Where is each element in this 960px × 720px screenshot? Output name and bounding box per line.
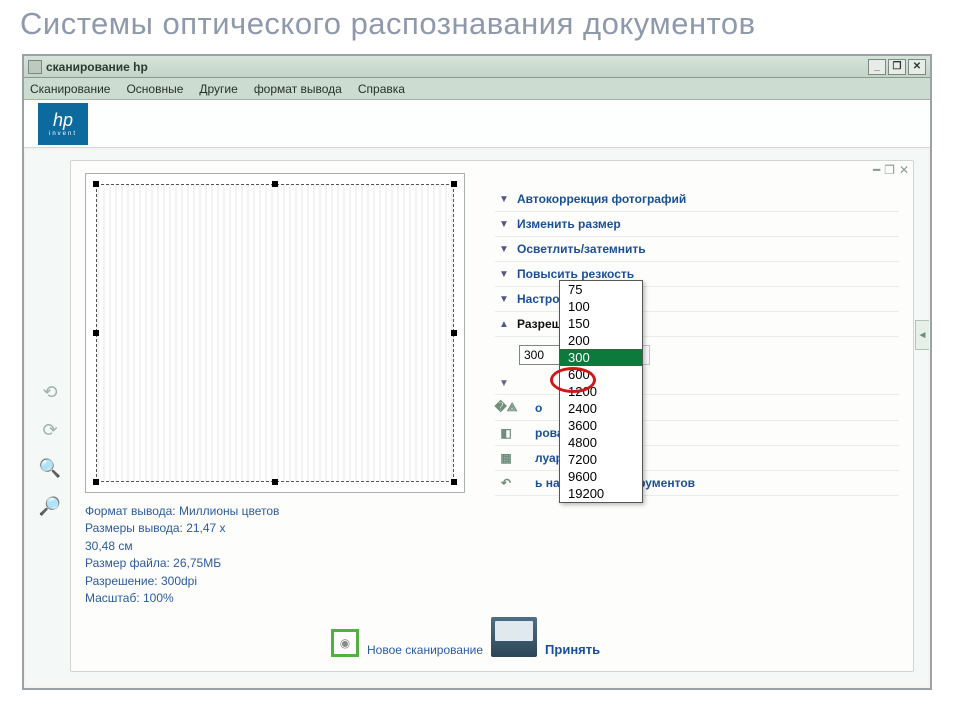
resolution-option[interactable]: 3600: [560, 417, 642, 434]
resolution-option[interactable]: 9600: [560, 468, 642, 485]
client-area: ◄ ⟲ ⟳ 🔍 🔎 ━ ❐ ✕: [26, 150, 928, 686]
grid-icon: ▦: [499, 451, 513, 465]
zoom-in-icon[interactable]: 🔍: [38, 456, 62, 480]
accordion-label: Повысить резкость: [517, 267, 634, 281]
menu-help[interactable]: Справка: [358, 82, 405, 96]
crop-handle[interactable]: [272, 479, 278, 485]
preview-eye-icon[interactable]: ◉: [331, 629, 359, 657]
accordion-resize[interactable]: ▼ Изменить размер: [495, 212, 899, 237]
resolution-option[interactable]: 7200: [560, 451, 642, 468]
chevron-down-icon: ▼: [499, 269, 509, 280]
crop-handle[interactable]: [451, 479, 457, 485]
window-app-icon: [28, 60, 42, 74]
window-maximize-button[interactable]: ❐: [888, 59, 906, 75]
chevron-down-icon: ▼: [499, 294, 509, 305]
crop-handle[interactable]: [93, 479, 99, 485]
logo-brand: hp: [53, 110, 73, 131]
window-close-button[interactable]: ✕: [908, 59, 926, 75]
chevron-down-icon: ▼: [499, 244, 509, 255]
accordion-label: о: [535, 401, 542, 415]
resolution-option[interactable]: 200: [560, 332, 642, 349]
accordion-label: Осветлить/затемнить: [517, 242, 646, 256]
chevron-up-icon: ▲: [499, 319, 509, 330]
logo-subtext: invent: [49, 131, 77, 137]
accordion-label: Изменить размер: [517, 217, 621, 231]
crop-handle[interactable]: [93, 330, 99, 336]
app-window: сканирование hp _ ❐ ✕ Сканирование Основ…: [22, 54, 932, 690]
content-frame: ━ ❐ ✕ Формат вывода: Милл: [70, 160, 914, 672]
menu-other[interactable]: Другие: [199, 82, 237, 96]
chevron-down-icon: ▼: [499, 219, 509, 230]
resolution-option[interactable]: 1200: [560, 383, 642, 400]
resolution-option[interactable]: 2400: [560, 400, 642, 417]
menu-scan[interactable]: Сканирование: [30, 82, 110, 96]
rotate-right-icon[interactable]: ⟳: [38, 418, 62, 442]
undo-icon: ↶: [499, 476, 513, 490]
accordion-label: Автокоррекция фотографий: [517, 192, 686, 206]
accordion-color-setup[interactable]: ▼ Настройка цвета: [495, 287, 899, 312]
accordion-descreen[interactable]: ▦ луар: [495, 446, 899, 471]
expand-sidebar-button[interactable]: ◄: [915, 320, 929, 350]
rotate-left-icon[interactable]: ⟲: [38, 380, 62, 404]
tools-pane: ▼ Автокоррекция фотографий ▼ Изменить ра…: [479, 161, 913, 671]
resolution-option[interactable]: 19200: [560, 485, 642, 502]
output-info: Формат вывода: Миллионы цветов Размеры в…: [85, 503, 465, 607]
accordion-mirror[interactable]: �⟁ о: [495, 395, 899, 421]
preview-pane: Формат вывода: Миллионы цветов Размеры в…: [71, 161, 479, 671]
info-file-size: Размер файла: 26,75МБ: [85, 555, 465, 572]
crop-handle[interactable]: [451, 330, 457, 336]
new-scan-link[interactable]: Новое сканирование: [367, 643, 483, 657]
hp-logo-icon: hp invent: [38, 103, 88, 145]
zoom-out-icon[interactable]: 🔎: [38, 494, 62, 518]
crop-handle[interactable]: [272, 181, 278, 187]
resolution-option[interactable]: 300: [560, 349, 642, 366]
resolution-option[interactable]: 150: [560, 315, 642, 332]
accordion-lighten[interactable]: ▼ Осветлить/затемнить: [495, 237, 899, 262]
chevron-down-icon: ▼: [499, 378, 509, 389]
crop-handle[interactable]: [93, 181, 99, 187]
resolution-option[interactable]: 600: [560, 366, 642, 383]
info-output-size-2: 30,48 см: [85, 538, 465, 555]
menu-output-format[interactable]: формат вывода: [254, 82, 342, 96]
resolution-option[interactable]: 4800: [560, 434, 642, 451]
accordion-resolution[interactable]: ▲ Разрешение: [495, 312, 899, 337]
resolution-controls: ▼ Авто: [495, 337, 899, 373]
info-output-format: Формат вывода: Миллионы цветов: [85, 503, 465, 520]
invert-icon: ◧: [499, 426, 513, 440]
accordion-reset-tools[interactable]: ↶ ь настройки инструментов: [495, 471, 899, 496]
info-output-size-1: Размеры вывода: 21,47 x: [85, 520, 465, 537]
brand-header: hp invent: [24, 100, 930, 148]
resolution-dropdown-list[interactable]: 7510015020030060012002400360048007200960…: [559, 280, 643, 503]
mirror-icon: �⟁: [499, 400, 513, 415]
window-title: сканирование hp: [46, 60, 148, 74]
chevron-down-icon: ▼: [499, 194, 509, 205]
menubar: Сканирование Основные Другие формат выво…: [24, 78, 930, 100]
slide-title: Системы оптического распознавания докуме…: [20, 6, 756, 42]
resolution-option[interactable]: 100: [560, 298, 642, 315]
tool-column: ⟲ ⟳ 🔍 🔎: [38, 380, 62, 518]
accordion-autocorrect[interactable]: ▼ Автокоррекция фотографий: [495, 187, 899, 212]
window-minimize-button[interactable]: _: [868, 59, 886, 75]
resolution-option[interactable]: 75: [560, 281, 642, 298]
titlebar[interactable]: сканирование hp _ ❐ ✕: [24, 56, 930, 78]
menu-main[interactable]: Основные: [126, 82, 183, 96]
info-resolution: Разрешение: 300dpi: [85, 573, 465, 590]
info-scale: Масштаб: 100%: [85, 590, 465, 607]
accordion-sharpen[interactable]: ▼ Повысить резкость: [495, 262, 899, 287]
crop-handle[interactable]: [451, 181, 457, 187]
accordion-obscured-1[interactable]: ▼: [495, 373, 899, 395]
accordion-invert-colors[interactable]: ◧ ровать цвета: [495, 421, 899, 446]
scan-preview[interactable]: [85, 173, 465, 493]
scanned-page-image: [96, 184, 454, 482]
